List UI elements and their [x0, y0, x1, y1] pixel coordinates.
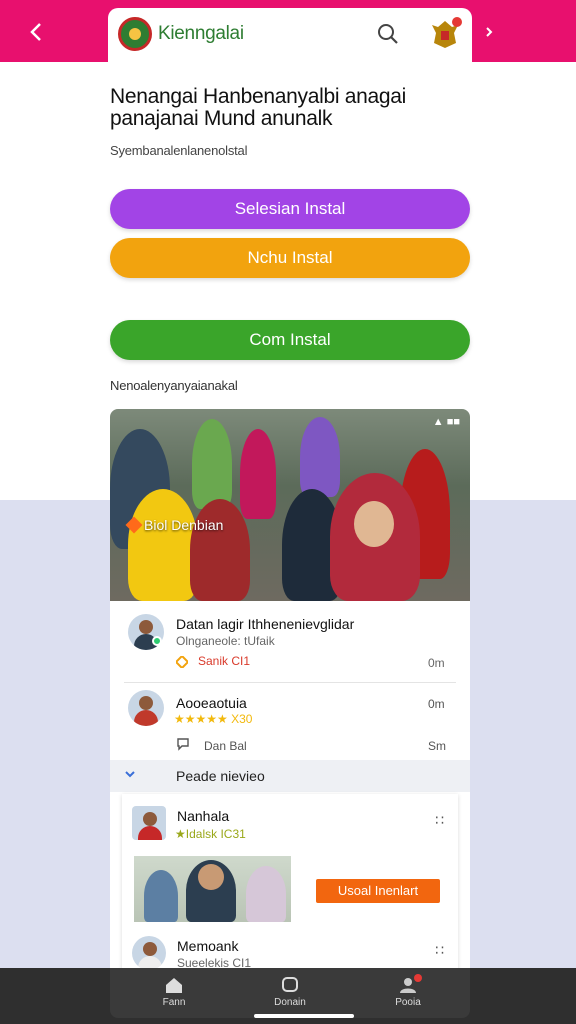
- post1-meta: Sanik CI1: [198, 654, 251, 668]
- post1-subtitle: Olnganeole: tUfaik: [176, 634, 275, 648]
- app-header: Kienngalai: [108, 8, 472, 62]
- card2-avatar[interactable]: [132, 936, 166, 970]
- post2-title[interactable]: Aooeaotuia: [176, 695, 247, 711]
- app-logo: [118, 17, 152, 51]
- subsection-header[interactable]: Peade nievieo: [110, 760, 470, 792]
- review-card: Nanhala ★Idalsk IC31 ∷ Usoal Inenlart Me…: [122, 794, 458, 970]
- avatar-body: [134, 710, 158, 726]
- notification-dot: [414, 974, 422, 982]
- photo-figure: [246, 866, 286, 922]
- avatar-body: [138, 826, 162, 840]
- notification-dot: [452, 17, 462, 27]
- back-button[interactable]: [22, 18, 50, 46]
- feed-photo[interactable]: ▲ ■■ Biol Denbian: [110, 409, 470, 601]
- home-icon: [166, 978, 182, 993]
- photo-figure: [240, 429, 276, 519]
- post2-rating: ★★★★★ X30: [174, 712, 253, 726]
- avatar-head: [139, 620, 153, 634]
- avatar-head: [143, 942, 157, 956]
- more-options-icon[interactable]: ∷: [435, 942, 444, 959]
- nav-item-label: Pooia: [395, 997, 421, 1008]
- photo-figure: [192, 419, 232, 509]
- bottom-nav-panel: Fann Donain Pooia: [110, 968, 470, 1018]
- more-options-icon[interactable]: ∷: [435, 812, 444, 829]
- card1-action-button[interactable]: Usoal Inenlart: [316, 879, 440, 903]
- photo-tag-label: Biol Denbian: [144, 517, 224, 533]
- card1-avatar[interactable]: [132, 806, 166, 840]
- card1-rating: ★Idalsk IC31: [175, 827, 246, 841]
- nav-item-label: Donain: [274, 997, 306, 1008]
- nav-item-label: Fann: [162, 997, 186, 1008]
- subsection-title: Peade nievieo: [176, 768, 265, 784]
- chevron-left-icon: [30, 23, 41, 41]
- card2-title[interactable]: Memoank: [177, 938, 238, 954]
- badge-icon: [174, 654, 190, 670]
- nav-item-donain[interactable]: Donain: [250, 976, 330, 1008]
- photo-figure: [300, 417, 340, 497]
- post2-meta: Dan Bal: [204, 739, 247, 753]
- section-label: Nenoalenyanyaianakal: [110, 378, 238, 393]
- chevron-down-icon: [124, 768, 136, 782]
- install-tertiary-button[interactable]: Com Instal: [110, 320, 470, 360]
- install-secondary-button[interactable]: Nchu Instal: [110, 238, 470, 278]
- photo-figure: [128, 489, 198, 601]
- photo-figure: [144, 870, 178, 922]
- nav-item-home[interactable]: Fann: [134, 976, 214, 1008]
- search-icon: [378, 24, 398, 44]
- post2-secondary-time: Sm: [428, 739, 446, 753]
- square-icon: [282, 977, 298, 992]
- card1-title[interactable]: Nanhala: [177, 808, 229, 824]
- divider: [124, 682, 456, 683]
- emblem-button[interactable]: [430, 17, 462, 51]
- photo-figure: [190, 499, 250, 601]
- photo-face: [198, 864, 224, 890]
- search-button[interactable]: [376, 22, 400, 46]
- tag-icon: [125, 516, 143, 534]
- app-title: Kienngalai: [158, 23, 244, 44]
- photo-tag: Biol Denbian: [125, 516, 224, 534]
- page-headline: Nenangai Hanbenanyalbi anagai panajanai …: [110, 85, 407, 130]
- comment-icon[interactable]: [176, 737, 190, 751]
- photo-badge: ▲ ■■: [432, 416, 460, 428]
- photo-face: [354, 501, 394, 547]
- home-indicator[interactable]: [254, 1014, 354, 1018]
- avatar-head: [143, 812, 157, 826]
- post2-time: 0m: [428, 697, 445, 711]
- post1-title[interactable]: Datan lagir Ithhenenievglidar: [176, 616, 354, 632]
- chevron-right-icon: [486, 27, 493, 37]
- post2-avatar[interactable]: [128, 690, 164, 726]
- post1-time: 0m: [428, 656, 445, 670]
- page-subtitle: Syembanalenlanenolstal: [110, 143, 248, 158]
- card1-photo[interactable]: [134, 856, 291, 922]
- nav-item-profile[interactable]: Pooia: [368, 974, 448, 1008]
- online-status-dot: [152, 636, 162, 646]
- forward-button[interactable]: [478, 20, 500, 44]
- install-primary-button[interactable]: Selesian Instal: [110, 189, 470, 229]
- avatar-head: [139, 696, 153, 710]
